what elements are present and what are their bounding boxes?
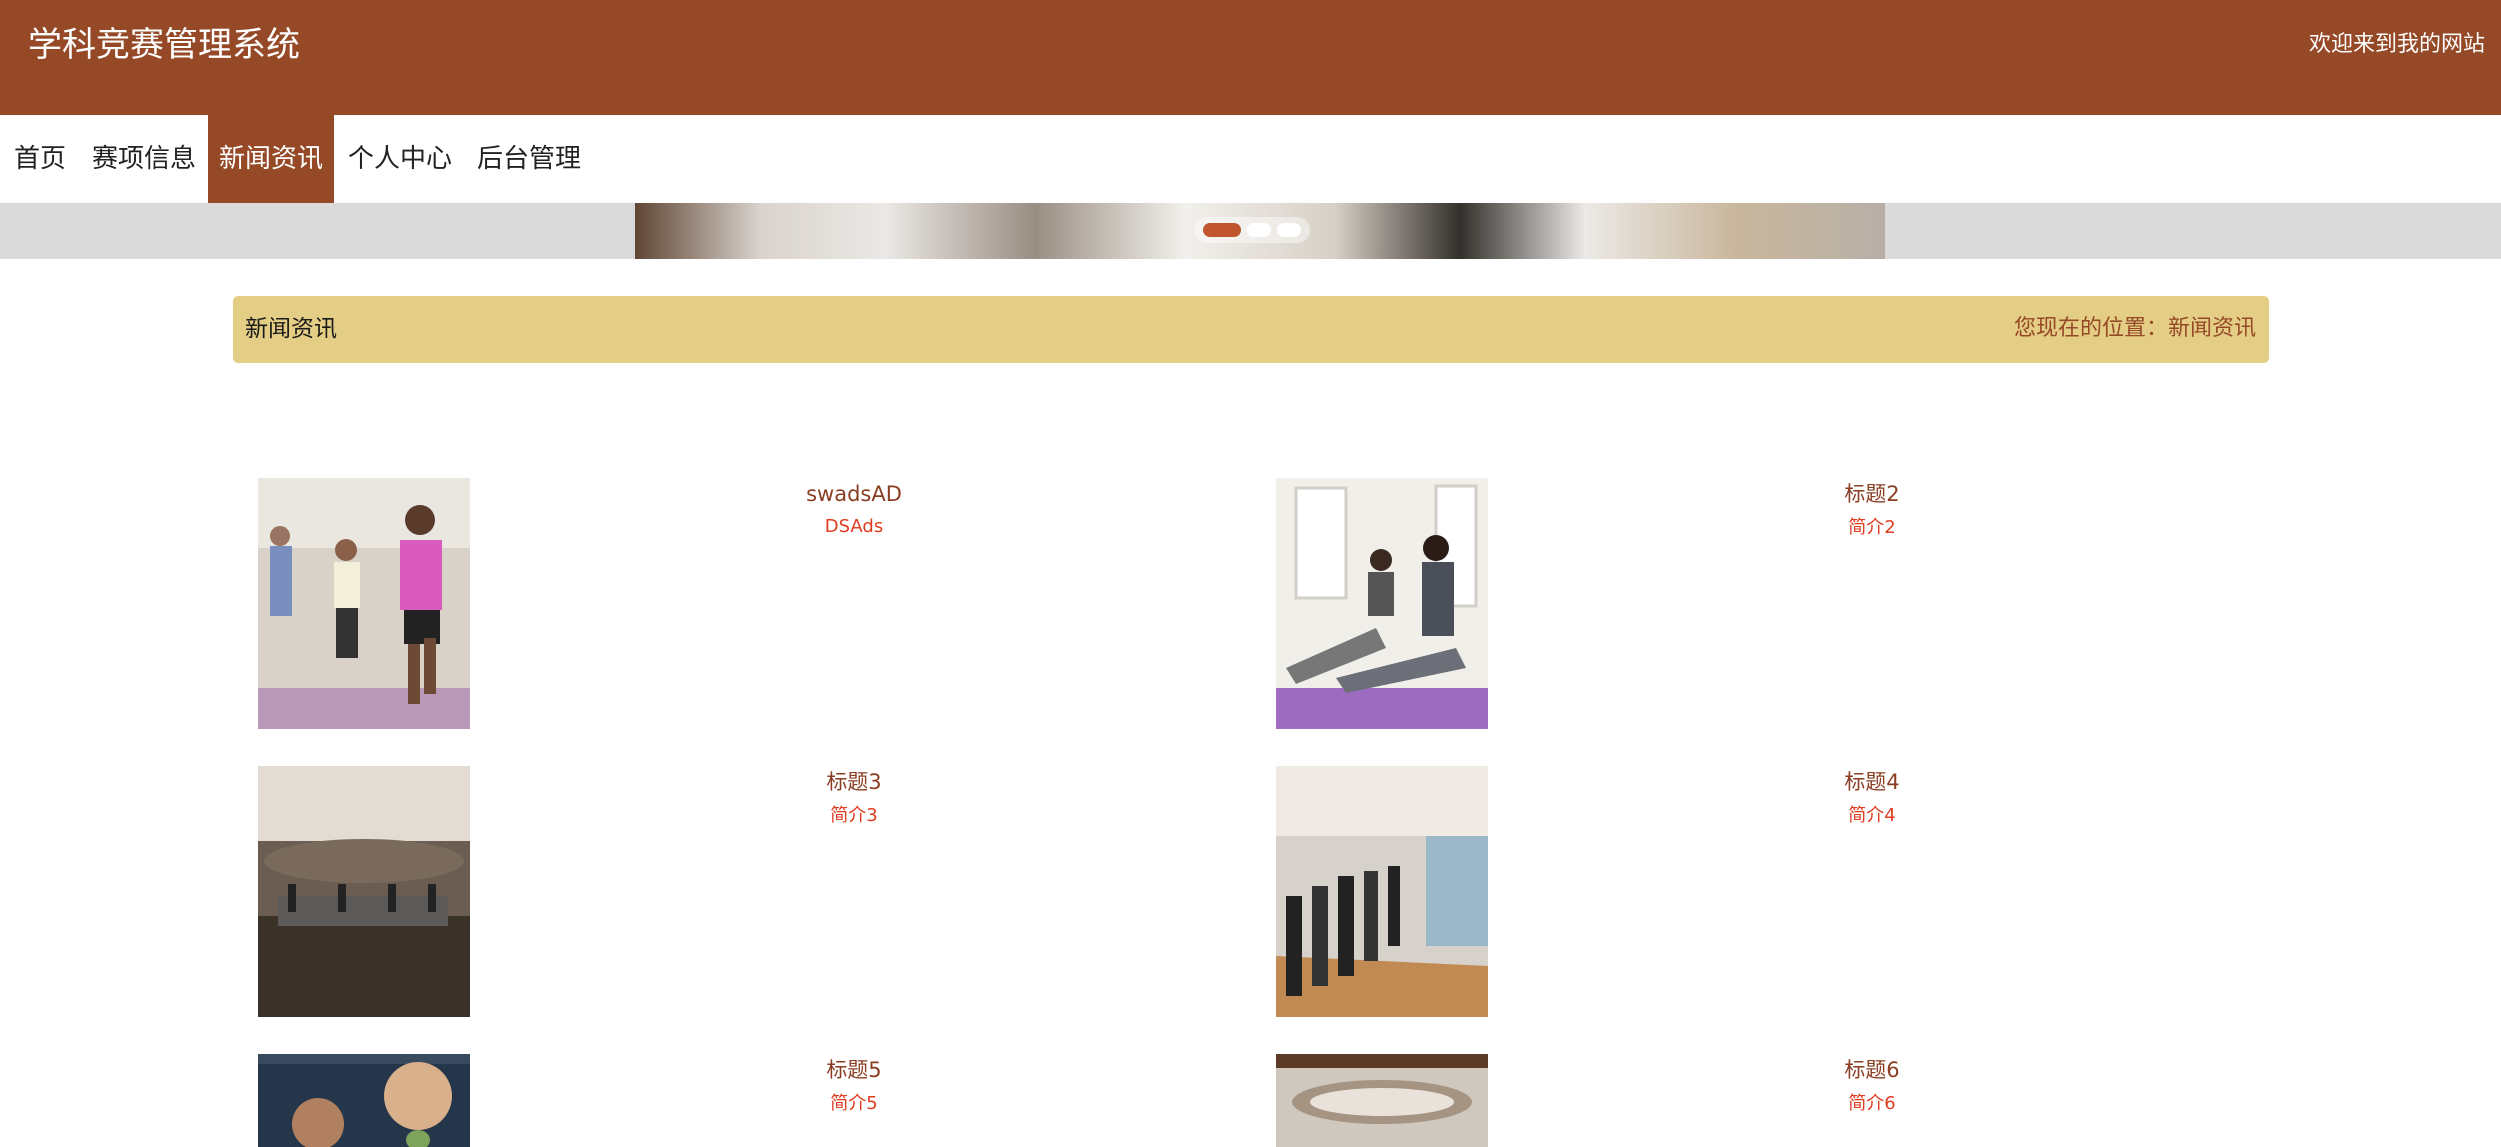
news-summary: 简介4: [1848, 805, 1896, 826]
site-title: 学科竞赛管理系统: [28, 25, 300, 65]
news-summary: 简介2: [1848, 517, 1896, 538]
section-heading: 新闻资讯: [245, 316, 337, 342]
news-summary: 简介5: [830, 1093, 878, 1114]
carousel-indicators: [1195, 217, 1310, 243]
news-title[interactable]: 标题4: [1672, 766, 2072, 798]
carousel-dot-1[interactable]: [1203, 223, 1241, 237]
main-nav: 首页 赛项信息 新闻资讯 个人中心 后台管理: [0, 115, 2501, 203]
news-title[interactable]: 标题3: [654, 766, 1054, 798]
news-thumbnail[interactable]: [1276, 766, 1488, 1017]
site-header: 学科竞赛管理系统 欢迎来到我的网站: [0, 0, 2501, 115]
welcome-text: 欢迎来到我的网站: [2308, 32, 2485, 57]
news-summary: 简介6: [1848, 1093, 1896, 1114]
news-thumbnail[interactable]: [258, 478, 470, 729]
nav-item-profile[interactable]: 个人中心: [334, 115, 466, 203]
news-title[interactable]: 标题2: [1672, 478, 2072, 510]
news-summary: 简介3: [830, 805, 878, 826]
breadcrumb-bar: 新闻资讯 您现在的位置：新闻资讯: [233, 296, 2269, 363]
nav-item-competitions[interactable]: 赛项信息: [80, 115, 208, 203]
news-title[interactable]: 标题6: [1672, 1054, 2072, 1086]
news-thumbnail[interactable]: [1276, 478, 1488, 729]
nav-item-news[interactable]: 新闻资讯: [208, 115, 334, 203]
news-title[interactable]: 标题5: [654, 1054, 1054, 1086]
carousel-dot-2[interactable]: [1247, 223, 1271, 237]
banner-carousel[interactable]: [0, 203, 2501, 259]
news-thumbnail[interactable]: [1276, 1054, 1488, 1147]
news-thumbnail[interactable]: [258, 766, 470, 1017]
news-thumbnail[interactable]: [258, 1054, 470, 1147]
news-summary: DSAds: [824, 516, 884, 537]
breadcrumb[interactable]: 您现在的位置：新闻资讯: [2014, 312, 2256, 346]
news-title[interactable]: swadsAD: [654, 478, 1054, 510]
nav-item-home[interactable]: 首页: [0, 115, 80, 203]
carousel-dot-3[interactable]: [1277, 223, 1301, 237]
nav-item-admin[interactable]: 后台管理: [466, 115, 592, 203]
